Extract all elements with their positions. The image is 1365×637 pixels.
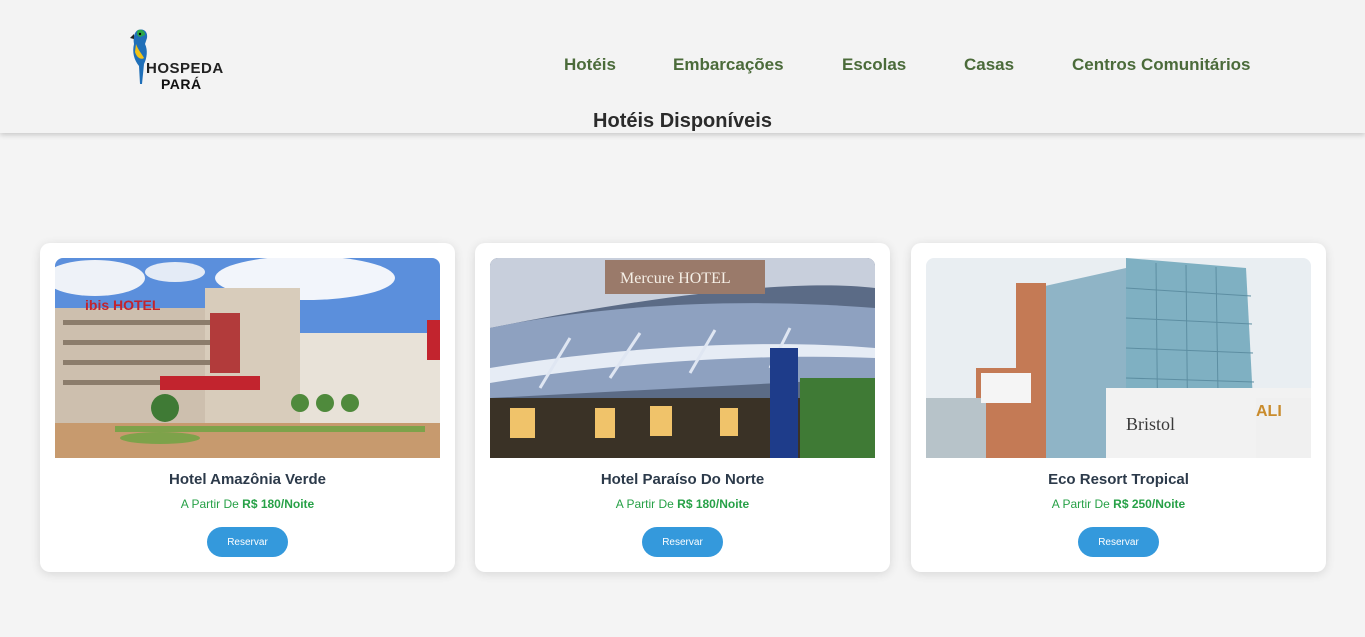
brand-name-line2: PARÁ — [161, 76, 202, 92]
svg-text:ALI: ALI — [1256, 403, 1282, 420]
nav-escolas[interactable]: Escolas — [842, 55, 906, 75]
hotel-photo: Bristol ALI — [926, 258, 1311, 458]
hotel-name: Hotel Amazônia Verde — [169, 471, 326, 488]
nav-centros-comunitarios[interactable]: Centros Comunitários — [1072, 55, 1251, 75]
nav-hoteis[interactable]: Hotéis — [564, 55, 616, 75]
hotel-photo: ibis HOTEL — [55, 258, 440, 458]
reserve-button[interactable]: Reservar — [207, 527, 288, 557]
nav-casas[interactable]: Casas — [964, 55, 1014, 75]
reserve-button[interactable]: Reservar — [1078, 527, 1159, 557]
site-header: HOSPEDA PARÁ Hotéis Embarcações Escolas … — [0, 0, 1365, 133]
page-title: Hotéis Disponíveis — [593, 110, 772, 132]
reserve-button[interactable]: Reservar — [642, 527, 723, 557]
hotel-card: Bristol ALI Eco Resort Tropical A Partir… — [911, 243, 1326, 572]
hotel-card: ibis HOTEL Hotel Amazônia Verde A Partir… — [40, 243, 455, 572]
hotel-card: Mercure HOTEL Hotel Paraíso Do Norte A P… — [475, 243, 890, 572]
hotel-price: A Partir De R$ 250/Noite — [1051, 497, 1186, 511]
hotel-price: A Partir De R$ 180/Noite — [615, 497, 750, 511]
nav-embarcacoes[interactable]: Embarcações — [673, 55, 784, 75]
hotel-name: Hotel Paraíso Do Norte — [600, 471, 765, 488]
hotel-photo-sign: Mercure HOTEL — [620, 270, 731, 287]
hotel-photo: Mercure HOTEL — [490, 258, 875, 458]
hotel-photo-sign: ibis HOTEL — [85, 297, 161, 313]
hotel-name: Eco Resort Tropical — [1048, 471, 1189, 488]
hotel-photo-sign: Bristol — [1126, 414, 1175, 434]
hotel-price: A Partir De R$ 180/Noite — [180, 497, 315, 511]
main-nav: Hotéis Embarcações Escolas Casas Centros… — [0, 55, 1365, 77]
